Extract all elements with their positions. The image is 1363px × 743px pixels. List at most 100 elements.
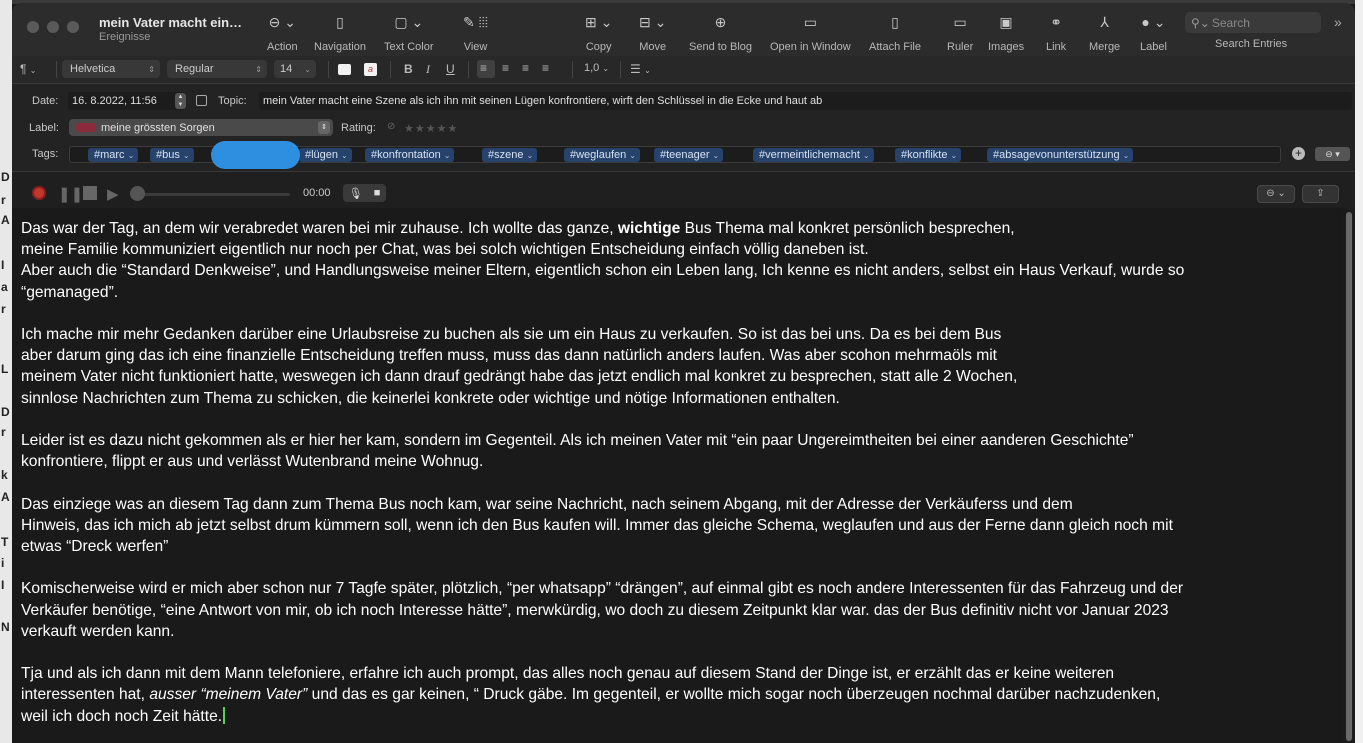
tag-token[interactable]: #szene ⌄ <box>482 148 538 162</box>
toolbar-link-button[interactable]: ⚭ Link <box>1046 11 1066 54</box>
label-select[interactable]: meine grössten Sorgen ⇕ <box>69 119 333 136</box>
pause-icon[interactable]: ❚❚ <box>58 185 83 203</box>
toolbar-action-button[interactable]: ⊖ ⌄ Action <box>267 11 298 54</box>
paragraph-style-menu[interactable]: ¶ ⌄ <box>20 62 37 76</box>
share-icon[interactable]: ⇪ <box>1302 185 1339 203</box>
body-paragraph[interactable]: Das war der Tag, an dem wir verabredet w… <box>21 218 1339 303</box>
toolbar-text-color-button[interactable]: ▢ ⌄ Text Color <box>384 11 434 54</box>
tag-token[interactable]: #weglaufen ⌄ <box>564 148 640 162</box>
tag-token[interactable]: #konfrontation ⌄ <box>365 148 455 162</box>
divider <box>328 61 329 78</box>
body-paragraph[interactable]: Ich mache mir mehr Gedanken darüber eine… <box>21 324 1339 409</box>
toolbar-item-label: Merge <box>1089 41 1121 53</box>
toolbar-overflow-icon[interactable]: » <box>1334 14 1342 30</box>
zoom-window-button[interactable] <box>67 21 79 33</box>
font-style-select[interactable]: Regular ⇕ <box>167 60 267 78</box>
play-icon[interactable]: ▶ <box>107 185 119 203</box>
tag-token[interactable]: #vermeintlichemacht ⌄ <box>753 148 874 162</box>
highlight-color-icon[interactable]: a <box>364 63 377 76</box>
toolbar-merge-button[interactable]: ⅄ Merge <box>1089 11 1121 54</box>
align-justify-icon[interactable]: ≡ <box>542 61 549 75</box>
align-center-icon[interactable]: ≡ <box>502 61 509 75</box>
text-run: Verkäufer benötige, “eine Antwort von mi… <box>21 601 1169 619</box>
date-stepper[interactable]: ▲ ▼ <box>175 93 186 109</box>
tag-menu-chevron-icon[interactable]: ⌄ <box>444 151 451 160</box>
background-window-text: k <box>1 468 8 482</box>
toolbar-send-to-blog-button[interactable]: ⊕ Send to Blog <box>689 11 752 54</box>
close-window-button[interactable] <box>27 21 39 33</box>
toolbar-copy-button[interactable]: ⊞ ⌄ Copy <box>585 11 612 54</box>
move-icon: ⊟ ⌄ <box>639 13 667 30</box>
toolbar-ruler-button[interactable]: ▭ Ruler <box>947 11 973 54</box>
playback-knob[interactable] <box>130 186 145 201</box>
toolbar-images-button[interactable]: ▣ Images <box>988 11 1024 54</box>
rating-stars[interactable]: ★★★★★ <box>404 122 458 135</box>
microphone-icon[interactable]: 🎙 <box>349 187 363 200</box>
calendar-icon[interactable] <box>196 95 207 106</box>
text-color-swatch[interactable] <box>338 64 351 75</box>
rating-label: Rating: <box>341 122 376 134</box>
tag-menu-chevron-icon[interactable]: ⌄ <box>526 151 533 160</box>
align-right-icon[interactable]: ≡ <box>522 61 529 75</box>
tag-token[interactable]: #konflikte ⌄ <box>895 148 962 162</box>
tag-token[interactable]: #marc ⌄ <box>88 148 139 162</box>
background-window-text: r <box>1 425 6 439</box>
minimize-window-button[interactable] <box>47 21 59 33</box>
body-line: Tja und als ich dann mit dem Mann telefo… <box>21 663 1339 684</box>
clear-rating-icon[interactable]: ⊘ <box>387 121 395 132</box>
background-window-text: D <box>1 170 10 184</box>
toolbar-label-button[interactable]: ● ⌄ Label <box>1140 11 1167 54</box>
body-paragraph[interactable]: Leider ist es dazu nicht gekommen als er… <box>21 430 1339 472</box>
playback-track[interactable] <box>140 193 290 196</box>
italic-button[interactable]: I <box>426 62 430 77</box>
toolbar-view-button[interactable]: ✎ ⦙⦙⦙ View <box>463 11 488 54</box>
bold-button[interactable]: B <box>404 62 413 76</box>
toolbar-move-button[interactable]: ⊟ ⌄ Move <box>639 11 667 54</box>
toolbar-open-in-window-button[interactable]: ▭ Open in Window <box>770 11 851 54</box>
input-source-toggle[interactable]: 🎙 ■ <box>343 184 386 202</box>
entry-text-editor[interactable]: Das war der Tag, an dem wir verabredet w… <box>12 208 1345 743</box>
body-line: weil ich doch noch Zeit hätte. <box>21 706 1339 727</box>
tag-token[interactable]: #lügen ⌄ <box>299 148 352 162</box>
tag-menu-chevron-icon[interactable]: ⌄ <box>950 151 957 160</box>
underline-button[interactable]: U <box>446 62 455 76</box>
tag-text: #lügen <box>305 149 339 161</box>
search-field[interactable]: ⚲⌄ <box>1185 12 1321 33</box>
tag-options-button[interactable]: ⊖ ▾ <box>1315 147 1350 161</box>
add-tag-icon[interactable]: + <box>1292 147 1305 160</box>
playback-time: 00:00 <box>303 187 331 199</box>
stop-icon[interactable] <box>83 186 97 200</box>
tag-token[interactable]: #teenager ⌄ <box>654 148 724 162</box>
tag-menu-chevron-icon[interactable]: ⌄ <box>341 151 348 160</box>
entry-options-button[interactable]: ⊖ ⌄ <box>1257 185 1295 203</box>
tag-token[interactable]: #bus ⌄ <box>150 148 194 162</box>
entry-body[interactable]: Das war der Tag, an dem wir verabredet w… <box>21 218 1339 743</box>
toolbar-navigation-button[interactable]: ▯ Navigation <box>314 11 366 54</box>
ruler-icon: ▭ <box>953 13 967 30</box>
record-button[interactable] <box>32 186 46 200</box>
body-paragraph[interactable]: Das einziege was an diesem Tag dann zum … <box>21 494 1339 558</box>
video-camera-icon[interactable]: ■ <box>374 187 381 199</box>
search-input[interactable] <box>1209 14 1314 31</box>
tag-menu-chevron-icon[interactable]: ⌄ <box>629 151 636 160</box>
toolbar-item-label: Copy <box>585 41 612 53</box>
font-family-select[interactable]: Helvetica ⇕ <box>62 60 160 78</box>
divider <box>390 61 391 78</box>
redacted-tag <box>211 141 300 169</box>
list-style-icon[interactable]: ☰ ⌄ <box>630 62 651 76</box>
body-paragraph[interactable]: Komischerweise wird er mich aber schon n… <box>21 578 1339 642</box>
tag-menu-chevron-icon[interactable]: ⌄ <box>713 151 720 160</box>
tag-menu-chevron-icon[interactable]: ⌄ <box>128 151 135 160</box>
date-field[interactable]: 16. 8.2022, 11:56 <box>68 92 186 110</box>
scrollbar-thumb[interactable] <box>1346 212 1352 741</box>
body-paragraph[interactable]: Tja und als ich dann mit dem Mann telefo… <box>21 663 1339 727</box>
tag-menu-chevron-icon[interactable]: ⌄ <box>1123 151 1130 160</box>
line-spacing-menu[interactable]: 1,0 ⌄ <box>584 62 609 74</box>
font-size-select[interactable]: 14 ⌄ <box>274 60 316 78</box>
tag-menu-chevron-icon[interactable]: ⌄ <box>183 151 190 160</box>
tag-token[interactable]: #absagevonunterstützung ⌄ <box>987 148 1134 162</box>
topic-field[interactable]: mein Vater macht eine Szene als ich ihn … <box>259 92 1352 110</box>
editor-scrollbar[interactable] <box>1343 210 1355 743</box>
tag-menu-chevron-icon[interactable]: ⌄ <box>863 151 870 160</box>
toolbar-attach-file-button[interactable]: ▯ Attach File <box>869 11 921 54</box>
